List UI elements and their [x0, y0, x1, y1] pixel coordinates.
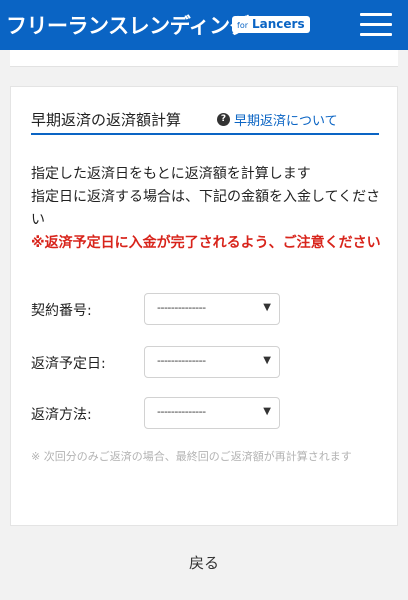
recalculation-note: ※ 次回分のみご返済の場合、最終回のご返済額が再計算されます	[31, 450, 352, 463]
help-link[interactable]: ? 早期返済について	[217, 110, 338, 129]
warning-text: ※返済予定日に入金が完了されるよう、ご注意ください	[31, 235, 381, 251]
contract-number-select[interactable]: -------------- ▼	[144, 293, 280, 325]
repayment-method-label: 返済方法:	[31, 407, 92, 423]
repayment-date-label: 返済予定日:	[31, 356, 106, 372]
description-line-2: 指定日に返済する場合は、下記の金額を入金してください	[31, 189, 381, 228]
early-repayment-card: 早期返済の返済額計算 ? 早期返済について 指定した返済日をもとに返済額を計算し…	[10, 86, 398, 526]
repayment-date-value: --------------	[157, 354, 206, 367]
previous-card-bottom	[10, 50, 398, 67]
repayment-date-select[interactable]: -------------- ▼	[144, 346, 280, 378]
badge-lancers-text: Lancers	[252, 17, 305, 31]
chevron-down-icon: ▼	[263, 406, 271, 417]
repayment-method-select[interactable]: -------------- ▼	[144, 397, 280, 429]
chevron-down-icon: ▼	[263, 302, 271, 313]
chevron-down-icon: ▼	[263, 355, 271, 366]
contract-number-value: --------------	[157, 301, 206, 314]
badge-for-text: for	[237, 21, 248, 30]
section-title-row: 早期返済の返済額計算 ? 早期返済について	[31, 107, 379, 135]
section-title: 早期返済の返済額計算	[31, 111, 182, 129]
description: 指定した返済日をもとに返済額を計算します 指定日に返済する場合は、下記の金額を入…	[31, 163, 381, 255]
help-link-label[interactable]: 早期返済について	[234, 110, 338, 129]
back-button[interactable]: 戻る	[0, 552, 408, 573]
lancers-badge: for Lancers	[232, 16, 310, 33]
brand-logo[interactable]: フリーランスレンディング	[6, 10, 251, 40]
hamburger-menu-icon[interactable]	[360, 11, 392, 39]
contract-number-label: 契約番号:	[31, 303, 92, 319]
repayment-method-value: --------------	[157, 405, 206, 418]
app-header: フリーランスレンディング for Lancers	[0, 0, 408, 50]
question-circle-icon: ?	[217, 113, 230, 126]
description-line-1: 指定した返済日をもとに返済額を計算します	[31, 166, 311, 182]
